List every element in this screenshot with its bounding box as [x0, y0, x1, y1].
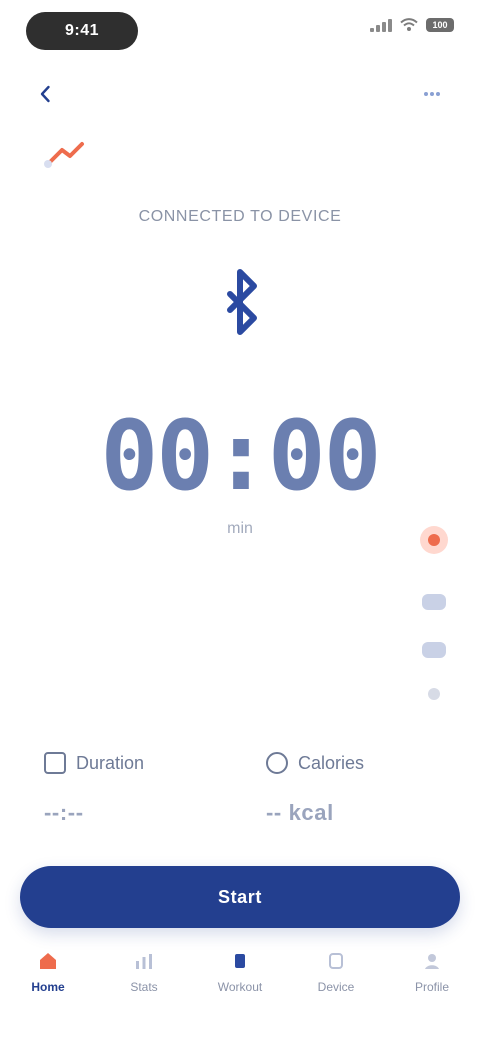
status-time-pill: 9:41: [26, 12, 138, 50]
record-indicator-icon[interactable]: [420, 526, 448, 554]
timer-display: 00:00: [100, 400, 382, 512]
clock-icon: [44, 752, 66, 774]
side-control-1[interactable]: [422, 594, 446, 610]
profile-icon: [419, 948, 445, 974]
bottom-navigation: Home Stats Workout Device Profile: [0, 936, 480, 1040]
nav-device[interactable]: Device: [300, 948, 372, 994]
device-icon: [323, 948, 349, 974]
stat-calories: Calories -- kcal: [266, 752, 466, 852]
status-icons: 100: [370, 18, 454, 32]
back-button[interactable]: [26, 74, 66, 114]
workout-icon: [227, 948, 253, 974]
stat-duration-value: --:--: [44, 800, 84, 825]
timer-unit: min: [227, 520, 253, 537]
nav-profile[interactable]: Profile: [396, 948, 468, 994]
wifi-icon: [400, 18, 418, 31]
nav-workout[interactable]: Workout: [204, 948, 276, 994]
side-controls[interactable]: [414, 520, 454, 720]
flame-icon: [266, 752, 288, 774]
more-button[interactable]: [412, 74, 452, 114]
nav-stats[interactable]: Stats: [108, 948, 180, 994]
side-control-2[interactable]: [422, 642, 446, 658]
battery-icon: 100: [426, 18, 454, 32]
stat-duration-label: Duration: [76, 752, 145, 773]
badge-icon: [44, 142, 84, 168]
back-arrow-icon: [40, 85, 50, 103]
stats-icon: [131, 948, 157, 974]
stat-calories-label: Calories: [298, 752, 365, 773]
nav-stats-label: Stats: [130, 980, 158, 994]
nav-workout-label: Workout: [217, 980, 263, 994]
more-icon: [424, 92, 440, 96]
stat-calories-title: Calories: [266, 752, 466, 774]
start-button-label: Start: [217, 886, 262, 907]
nav-profile-label: Profile: [414, 980, 449, 994]
stat-duration-title: Duration: [44, 752, 244, 774]
nav-home[interactable]: Home: [12, 948, 84, 994]
nav-device-label: Device: [317, 980, 355, 994]
cellular-signal-icon: [370, 18, 392, 32]
bluetooth-icon: [227, 269, 257, 335]
session-status-label: CONNECTED TO DEVICE: [138, 208, 342, 225]
stat-duration: Duration --:--: [44, 752, 244, 852]
home-icon: [35, 948, 61, 974]
start-button[interactable]: Start: [20, 866, 460, 928]
side-control-3[interactable]: [428, 688, 440, 700]
nav-home-label: Home: [31, 980, 65, 994]
battery-level: 100: [432, 20, 448, 30]
status-time: 9:41: [64, 22, 100, 39]
stat-calories-value: -- kcal: [266, 800, 334, 825]
